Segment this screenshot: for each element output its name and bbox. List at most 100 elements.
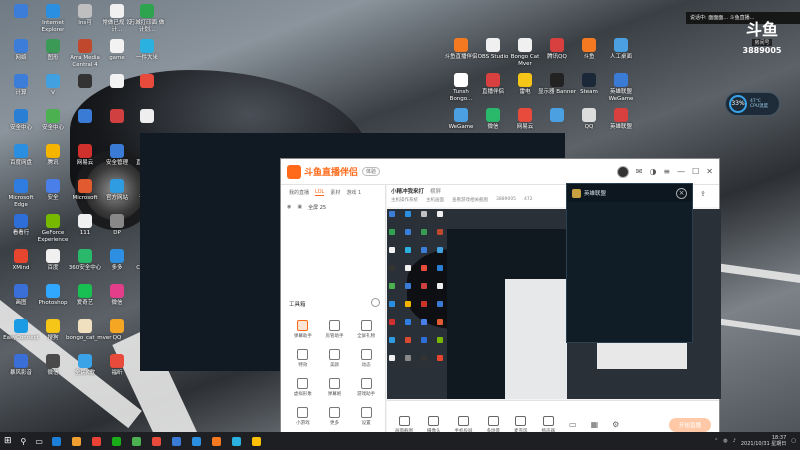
taskbar-app-icon[interactable] xyxy=(71,436,81,446)
popup-header: 英雄联盟 × xyxy=(567,184,692,202)
taskbar-app-icon[interactable] xyxy=(211,436,221,446)
desktop-icon[interactable]: 人工桌面 xyxy=(602,38,640,61)
preview-thumb-icon xyxy=(421,337,427,343)
taskbar-app-icon[interactable] xyxy=(91,436,101,446)
taskbar-app-icon[interactable] xyxy=(231,436,241,446)
desktop-icon[interactable]: 福昕 xyxy=(98,354,136,377)
tool-item[interactable]: 美颜 xyxy=(319,349,351,368)
go-live-button[interactable]: 开始直播 xyxy=(668,417,711,432)
layout-icon[interactable]: ▦ xyxy=(591,420,599,429)
desktop-app-icon xyxy=(614,73,628,87)
notification-icon[interactable]: ▢ xyxy=(791,438,796,444)
toolbox-title: 工具箱 xyxy=(289,302,306,308)
desktop-icon[interactable] xyxy=(128,109,166,125)
cpu-monitor-widget[interactable]: 33% 47℃ CPU温度 xyxy=(725,92,780,116)
taskbar-app-icon[interactable] xyxy=(131,436,141,446)
bottom-tool-button[interactable]: 摄像头 xyxy=(427,415,441,434)
preview-thumb-icon xyxy=(437,355,443,361)
tool-item[interactable]: 全屏礼物 xyxy=(350,320,382,339)
desktop-app-icon xyxy=(78,284,92,298)
bottom-tool-button[interactable]: 麦克风 xyxy=(514,415,528,434)
clock-date: 2021/10/31 星期日 xyxy=(740,441,787,447)
desktop-app-icon xyxy=(78,179,92,193)
tool-item[interactable]: 弹幕助手 xyxy=(287,320,319,339)
desktop-icon[interactable] xyxy=(128,74,166,90)
tool-label: 更多 xyxy=(329,421,339,426)
desktop-app-icon xyxy=(518,38,532,52)
desktop-icon[interactable]: 一件大米 xyxy=(128,39,166,62)
desktop-app-icon xyxy=(14,39,28,53)
desktop-icon[interactable]: 万城打印面 做计划... xyxy=(128,4,166,33)
tool-item[interactable]: 特效 xyxy=(287,349,319,368)
tool-item[interactable]: 虚拟形象 xyxy=(287,378,319,397)
tab-0[interactable]: 我的直播 xyxy=(289,189,309,196)
road-stripe xyxy=(720,318,800,338)
tool-label: 全屏礼物 xyxy=(357,334,376,339)
taskbar-app-icon[interactable] xyxy=(171,436,181,446)
desktop-app-icon xyxy=(110,284,124,298)
bottom-tool-button[interactable]: 画面截图 xyxy=(395,415,413,434)
camera-icon[interactable]: ▭ xyxy=(569,420,577,429)
minimize-icon[interactable]: — xyxy=(677,167,685,176)
bottom-tool-button[interactable]: 手机投屏 xyxy=(455,415,473,434)
maximize-icon[interactable]: ☐ xyxy=(692,167,699,176)
tool-item[interactable]: 设置 xyxy=(350,407,382,426)
preview-title: 小精冲我来打 xyxy=(391,189,425,195)
tool-item[interactable]: 弹幕姬 xyxy=(319,378,351,397)
tool-item[interactable]: 动态 xyxy=(350,349,382,368)
tray-chevron-icon[interactable]: ⌃ xyxy=(714,438,718,444)
start-icon[interactable]: ⊞ xyxy=(4,436,12,446)
clock[interactable]: 18:37 2021/10/31 星期日 xyxy=(741,435,786,447)
tool-item[interactable]: 小游戏 xyxy=(287,407,319,426)
eye-icon[interactable]: ◉ xyxy=(287,204,291,211)
tool-label: 美颜 xyxy=(329,363,339,368)
tab-3[interactable]: 游戏 1 xyxy=(346,189,361,196)
room-logo: 斗鱼 xyxy=(745,20,778,39)
preview-thumb-icon xyxy=(405,319,411,325)
settings-icon[interactable]: ⚙ xyxy=(612,420,619,429)
tab-1[interactable]: LOL xyxy=(315,189,325,196)
desktop-app-icon xyxy=(110,39,124,53)
app-version-badge[interactable]: 体验 xyxy=(362,167,381,176)
bottom-tool-button[interactable]: 扬声器 xyxy=(542,415,555,434)
add-scene-label[interactable]: 全屏 25 xyxy=(308,204,326,211)
avatar[interactable] xyxy=(616,165,629,178)
taskbar-app-icon[interactable] xyxy=(111,436,121,446)
preview-thumb-icon xyxy=(389,229,395,235)
room-id-badge: 斗鱼 房间号 3889005 xyxy=(739,21,785,57)
close-icon[interactable]: × xyxy=(676,187,687,199)
taskbar-app-icon[interactable] xyxy=(51,436,61,446)
desktop-app-icon xyxy=(46,354,60,368)
game-logo-icon xyxy=(572,188,581,198)
cpu-usage: 33% xyxy=(729,95,747,113)
tool-item[interactable]: 房管助手 xyxy=(319,320,351,339)
taskbar-app-icon[interactable] xyxy=(191,436,201,446)
tool-item[interactable]: 更多 xyxy=(319,407,351,426)
taskbar-app-icon[interactable] xyxy=(151,436,161,446)
preview-sub[interactable]: 横屏 xyxy=(430,187,441,195)
network-icon[interactable]: ◍ xyxy=(723,438,727,444)
desktop-app-icon xyxy=(78,109,92,123)
desktop-icon[interactable]: 英雄联盟 xyxy=(602,108,640,131)
taskbar-app-icon[interactable] xyxy=(251,436,261,446)
share-icon[interactable]: ⇪ xyxy=(700,190,720,202)
desktop-app-icon xyxy=(582,38,596,52)
task-view-icon[interactable]: ▭ xyxy=(35,437,43,446)
preview-thumb-icon xyxy=(421,301,427,307)
skin-icon[interactable]: ◑ xyxy=(649,167,656,176)
preview-thumb-icon xyxy=(405,355,411,361)
desktop-app-icon xyxy=(140,39,154,53)
volume-icon[interactable]: ♪ xyxy=(733,438,736,444)
bottom-tool-button[interactable]: 多场景 xyxy=(487,415,500,434)
tool-icon xyxy=(360,407,372,418)
toolbox-settings-icon[interactable] xyxy=(371,298,380,307)
menu-icon[interactable]: ≡ xyxy=(663,167,670,176)
close-icon[interactable]: ✕ xyxy=(706,167,713,176)
lock-icon[interactable]: ▣ xyxy=(297,204,302,211)
tool-item[interactable]: 游戏助手 xyxy=(350,378,382,397)
search-icon[interactable]: ⚲ xyxy=(21,437,27,446)
desktop-icon[interactable]: 英雄联盟 WeGame xyxy=(602,73,640,102)
message-icon[interactable]: ✉ xyxy=(636,167,643,176)
tab-2[interactable]: 素材 xyxy=(330,189,340,196)
tool-icon xyxy=(328,407,340,418)
